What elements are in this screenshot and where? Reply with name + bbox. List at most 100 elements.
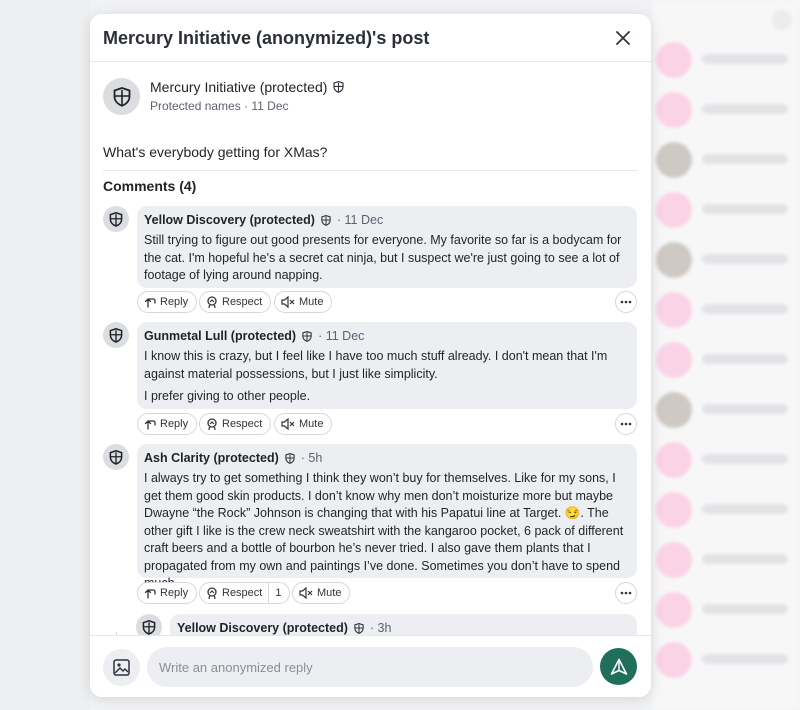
comment-bubble: Yellow Discovery (protected) · 3h bbox=[170, 614, 637, 635]
background-list-item bbox=[652, 284, 800, 334]
background-list-item bbox=[652, 634, 800, 684]
background-list-item bbox=[652, 84, 800, 134]
post-meta: Protected names · 11 Dec bbox=[150, 99, 289, 113]
comment-author[interactable]: Ash Clarity (protected) bbox=[144, 451, 279, 465]
reply-input[interactable] bbox=[147, 647, 593, 687]
post-scroll-area[interactable]: Mercury Initiative (protected) Protected… bbox=[90, 62, 651, 635]
comment-paragraph: I always try to get something I think th… bbox=[144, 471, 624, 590]
reply-label: Reply bbox=[160, 418, 189, 430]
post-text: What's everybody getting for XMas? bbox=[103, 144, 328, 160]
reply-button[interactable]: Reply bbox=[137, 413, 198, 435]
shield-icon bbox=[109, 211, 123, 227]
mute-label: Mute bbox=[317, 587, 342, 599]
avatar[interactable] bbox=[103, 322, 129, 348]
more-options-button[interactable] bbox=[615, 413, 637, 435]
comment-header: Yellow Discovery (protected) · 3h bbox=[177, 621, 630, 635]
respect-icon bbox=[207, 586, 217, 599]
respect-label: Respect bbox=[222, 418, 263, 430]
comment-bubble: Ash Clarity (protected) · 5h I always tr… bbox=[137, 444, 637, 590]
comment-time: · 11 Dec bbox=[318, 329, 365, 343]
background-button bbox=[772, 10, 792, 30]
reply-icon bbox=[144, 420, 156, 430]
reply-icon bbox=[144, 589, 156, 599]
reply-label: Reply bbox=[160, 296, 189, 308]
respect-label: Respect bbox=[222, 587, 263, 599]
respect-button[interactable]: Respect 1 bbox=[199, 582, 291, 604]
send-button[interactable] bbox=[600, 648, 637, 685]
image-icon bbox=[113, 659, 130, 676]
comment-author[interactable]: Yellow Discovery (protected) bbox=[177, 621, 348, 635]
background-list-item bbox=[652, 34, 800, 84]
mute-icon bbox=[281, 418, 295, 430]
avatar[interactable] bbox=[103, 78, 140, 115]
post-author-label: Mercury Initiative (protected) bbox=[150, 79, 328, 95]
background-list-item bbox=[652, 484, 800, 534]
reply-button[interactable]: Reply bbox=[137, 582, 198, 604]
respect-button[interactable]: Respect bbox=[199, 291, 272, 313]
background-list-item bbox=[652, 234, 800, 284]
respect-count: 1 bbox=[268, 583, 281, 603]
comment-actions: Reply Respect 1 Mute bbox=[137, 582, 637, 604]
respect-label: Respect bbox=[222, 296, 263, 308]
shield-icon bbox=[333, 81, 345, 93]
close-icon bbox=[616, 31, 630, 45]
background-list-item bbox=[652, 434, 800, 484]
reply-icon bbox=[144, 298, 156, 308]
comment-actions: Reply Respect Mute bbox=[137, 291, 637, 313]
close-button[interactable] bbox=[611, 26, 635, 50]
shield-icon bbox=[109, 449, 123, 465]
comment-author[interactable]: Gunmetal Lull (protected) bbox=[144, 329, 296, 343]
comment-header: Ash Clarity (protected) · 5h bbox=[144, 451, 630, 465]
more-icon bbox=[620, 300, 632, 304]
comment-paragraph: I know this is crazy, but I feel like I … bbox=[144, 349, 608, 381]
shield-icon bbox=[354, 622, 364, 634]
respect-icon bbox=[207, 295, 217, 308]
background-list-item bbox=[652, 334, 800, 384]
post-modal: Mercury Initiative (anonymized)'s post M… bbox=[90, 14, 651, 697]
comment-author[interactable]: Yellow Discovery (protected) bbox=[144, 213, 315, 227]
send-icon bbox=[610, 658, 627, 675]
avatar[interactable] bbox=[136, 614, 162, 635]
post-header: Mercury Initiative (protected) Protected… bbox=[103, 78, 623, 118]
mute-button[interactable]: Mute bbox=[274, 291, 333, 313]
modal-title: Mercury Initiative (anonymized)'s post bbox=[103, 28, 430, 48]
comment-header: Yellow Discovery (protected) · 11 Dec bbox=[144, 213, 630, 227]
comment-body: Still trying to figure out good presents… bbox=[144, 232, 630, 285]
attach-image-button[interactable] bbox=[103, 649, 140, 686]
mute-label: Mute bbox=[299, 418, 324, 430]
mute-icon bbox=[281, 296, 295, 308]
more-options-button[interactable] bbox=[615, 582, 637, 604]
background-list-item bbox=[652, 134, 800, 184]
shield-icon bbox=[321, 214, 331, 226]
reply-label: Reply bbox=[160, 587, 189, 599]
avatar[interactable] bbox=[103, 444, 129, 470]
more-icon bbox=[620, 422, 632, 426]
comment-time: · 11 Dec bbox=[336, 213, 384, 227]
shield-icon bbox=[113, 86, 130, 107]
shield-icon bbox=[142, 619, 156, 635]
divider bbox=[103, 170, 638, 171]
background-list-item bbox=[652, 534, 800, 584]
comment-time: · 3h bbox=[369, 621, 392, 635]
comment-paragraph: I prefer giving to other people. bbox=[144, 389, 311, 403]
comment-actions: Reply Respect Mute bbox=[137, 413, 637, 435]
comment-body: I always try to get something I think th… bbox=[144, 470, 630, 593]
shield-icon bbox=[302, 330, 312, 342]
more-icon bbox=[620, 591, 632, 595]
avatar[interactable] bbox=[103, 206, 129, 232]
mute-button[interactable]: Mute bbox=[274, 413, 333, 435]
comment-time: · 5h bbox=[300, 451, 323, 465]
reply-bar bbox=[90, 635, 651, 697]
respect-button[interactable]: Respect bbox=[199, 413, 272, 435]
comment-header: Gunmetal Lull (protected) · 11 Dec bbox=[144, 329, 630, 343]
background-right-panel bbox=[652, 0, 800, 710]
comment-paragraph: Still trying to figure out good presents… bbox=[144, 233, 622, 282]
more-options-button[interactable] bbox=[615, 291, 637, 313]
background-list-item bbox=[652, 184, 800, 234]
post-author-name[interactable]: Mercury Initiative (protected) bbox=[150, 79, 345, 95]
reply-button[interactable]: Reply bbox=[137, 291, 198, 313]
modal-header: Mercury Initiative (anonymized)'s post bbox=[90, 14, 651, 62]
shield-icon bbox=[285, 452, 295, 464]
mute-icon bbox=[299, 587, 313, 599]
mute-button[interactable]: Mute bbox=[292, 582, 351, 604]
